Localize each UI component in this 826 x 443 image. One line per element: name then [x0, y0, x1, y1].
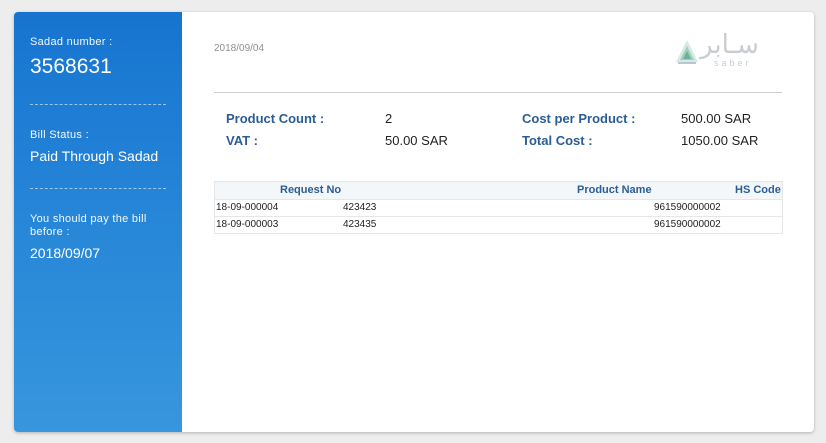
table-row[interactable]: 18-09-000004 423423 961590000002 — [215, 199, 782, 216]
due-date-block: You should pay the bill before : 2018/09… — [30, 213, 170, 261]
summary-values-right: 500.00 SAR 1050.00 SAR — [681, 108, 758, 152]
logo-latin-text: saber — [714, 58, 752, 68]
bill-status-value: Paid Through Sadad — [30, 148, 159, 164]
total-cost-label: Total Cost : — [522, 133, 593, 148]
bill-date: 2018/09/04 — [214, 43, 265, 54]
table-row[interactable]: 18-09-000003 423435 961590000002 — [215, 216, 782, 233]
sadad-number-block: Sadad number : 3568631 — [30, 36, 170, 79]
saber-logo: سـابر saber — [674, 30, 784, 74]
sadad-number-value: 3568631 — [30, 55, 112, 78]
hs-code-cell: 961590000002 — [654, 202, 721, 213]
bill-status-label: Bill Status : — [30, 129, 89, 141]
logo-arabic-text: سـابر — [700, 30, 759, 60]
total-cost-value: 1050.00 SAR — [681, 133, 759, 148]
request-no-cell: 18-09-000003 — [216, 219, 279, 230]
summary-values-left: 2 50.00 SAR — [385, 108, 448, 152]
sidebar-divider — [30, 188, 166, 189]
column-header-hs-code[interactable]: HS Code — [735, 184, 781, 196]
sadad-number-label: Sadad number : — [30, 36, 113, 48]
sidebar-divider — [30, 104, 166, 105]
product-count-label: Product Count : — [226, 111, 325, 126]
bill-sidebar: Sadad number : 3568631 Bill Status : Pai… — [14, 12, 182, 432]
vat-label: VAT : — [226, 133, 259, 148]
due-date-value: 2018/09/07 — [30, 245, 101, 261]
column-header-product-name[interactable]: Product Name — [577, 184, 652, 196]
product-count-value: 2 — [385, 111, 393, 126]
product-name-cell: 423423 — [343, 202, 377, 213]
table-header: Request No Product Name HS Code — [215, 182, 782, 199]
saber-logo-icon — [676, 40, 698, 64]
vat-value: 50.00 SAR — [385, 133, 448, 148]
header-divider — [214, 92, 782, 93]
products-table: Request No Product Name HS Code 18-09-00… — [214, 181, 783, 234]
bill-card: Sadad number : 3568631 Bill Status : Pai… — [14, 12, 814, 432]
hs-code-cell: 961590000002 — [654, 219, 721, 230]
summary-labels-left: Product Count : VAT : — [226, 108, 324, 152]
cost-per-product-label: Cost per Product : — [522, 111, 636, 126]
due-date-label: You should pay the bill before : — [30, 213, 147, 238]
request-no-cell: 18-09-000004 — [216, 202, 279, 213]
cost-per-product-value: 500.00 SAR — [681, 111, 752, 126]
column-header-request-no[interactable]: Request No — [280, 184, 341, 196]
summary-labels-right: Cost per Product : Total Cost : — [522, 108, 635, 152]
bill-status-block: Bill Status : Paid Through Sadad — [30, 129, 170, 164]
product-name-cell: 423435 — [343, 219, 377, 230]
